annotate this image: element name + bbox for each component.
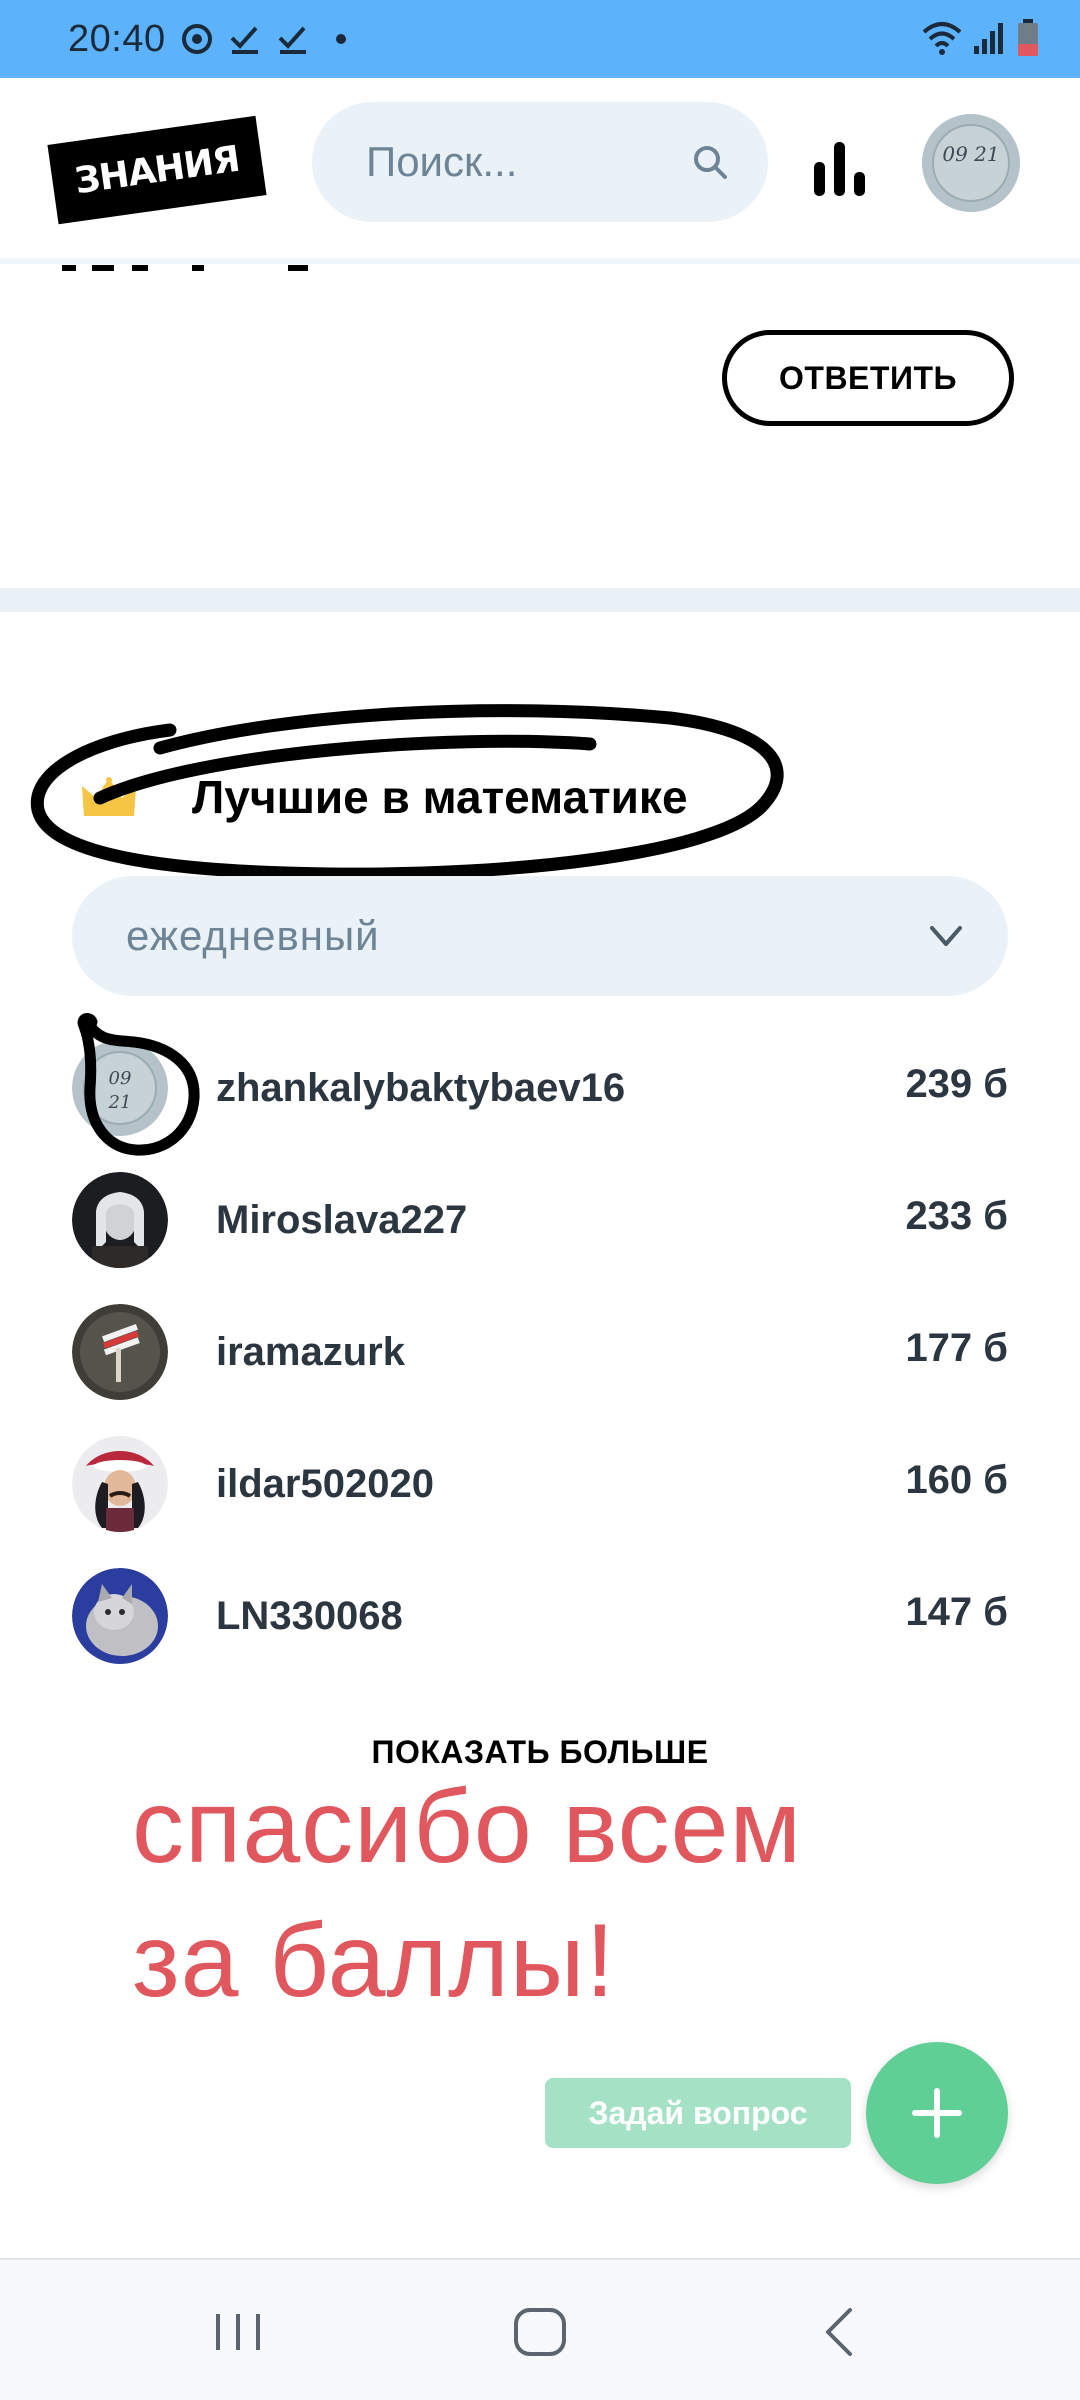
chevron-down-icon xyxy=(930,926,962,946)
dot-icon xyxy=(336,34,346,44)
leader-points: 160 б xyxy=(905,1458,1008,1502)
plus-icon xyxy=(912,2088,962,2138)
battery-icon xyxy=(1018,19,1038,56)
answer-button[interactable]: ОТВЕТИТЬ xyxy=(722,330,1014,426)
annotation-line: за баллы! xyxy=(132,1903,616,2019)
ask-question-button[interactable]: Задай вопрос xyxy=(545,2078,851,2148)
leader-points: 239 б xyxy=(905,1062,1008,1106)
notification-icons xyxy=(180,18,358,60)
leader-avatar[interactable] xyxy=(72,1436,168,1532)
status-time: 20:40 xyxy=(68,18,166,60)
leader-row[interactable]: ildar502020 160 б xyxy=(72,1432,1008,1532)
svg-text:09: 09 xyxy=(109,1068,132,1089)
leader-name: LN330068 xyxy=(216,1594,403,1638)
system-icons xyxy=(922,16,1040,60)
search-icon[interactable] xyxy=(690,142,730,182)
avatar-text: 09 21 xyxy=(942,142,999,166)
leader-name: ildar502020 xyxy=(216,1462,434,1506)
logo-text: ЗНАНИЯ xyxy=(72,138,242,202)
leader-avatar[interactable]: 09 21 xyxy=(72,1040,168,1136)
leader-points: 233 б xyxy=(905,1194,1008,1238)
period-select[interactable]: ежедневный xyxy=(72,876,1008,996)
handwritten-annotation: спасибо всем за баллы! xyxy=(132,1760,802,2028)
leader-row[interactable]: 09 21 zhankalybaktybaev16 239 б xyxy=(72,1036,1008,1136)
signal-icon xyxy=(974,23,1003,54)
annotation-line: спасибо всем xyxy=(132,1769,802,1885)
leader-row[interactable]: Miroslava227 233 б xyxy=(72,1168,1008,1268)
add-question-fab[interactable] xyxy=(866,2042,1008,2184)
check-icon xyxy=(230,26,258,54)
leader-name: zhankalybaktybaev16 xyxy=(216,1066,626,1110)
search-input[interactable]: Поиск... xyxy=(312,102,768,222)
leader-name: iramazurk xyxy=(216,1330,405,1374)
period-value: ежедневный xyxy=(126,912,380,959)
leader-avatar[interactable] xyxy=(72,1568,168,1664)
user-avatar[interactable]: 09 21 xyxy=(922,114,1020,212)
leader-avatar[interactable] xyxy=(72,1172,168,1268)
svg-text:21: 21 xyxy=(108,1092,132,1113)
leaders-title: Лучшие в математике xyxy=(192,771,688,823)
avatar-image: 09 21 xyxy=(922,114,1020,212)
back-icon[interactable] xyxy=(820,2306,856,2358)
sync-icon xyxy=(182,24,212,54)
leader-row[interactable]: iramazurk 177 б xyxy=(72,1300,1008,1400)
check-icon xyxy=(278,26,306,54)
leader-name: Miroslava227 xyxy=(216,1198,468,1242)
leader-row[interactable]: LN330068 147 б xyxy=(72,1564,1008,1664)
crown-icon xyxy=(82,777,136,816)
leader-avatar[interactable] xyxy=(72,1304,168,1400)
section-separator xyxy=(0,588,1080,612)
status-bar: 20:40 xyxy=(0,0,1080,78)
stats-icon[interactable] xyxy=(810,140,870,198)
leader-points: 147 б xyxy=(905,1590,1008,1634)
home-icon[interactable] xyxy=(512,2306,568,2358)
wifi-icon xyxy=(922,22,962,55)
search-placeholder: Поиск... xyxy=(366,138,518,185)
cut-off-text xyxy=(62,262,322,272)
recent-apps-icon[interactable] xyxy=(210,2310,266,2354)
leader-points: 177 б xyxy=(905,1326,1008,1370)
